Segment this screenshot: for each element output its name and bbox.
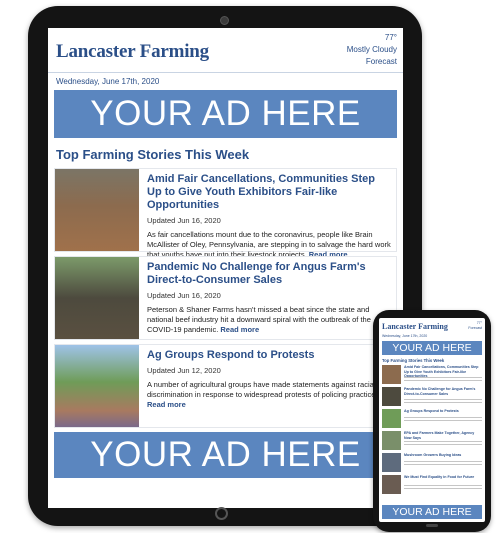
story-title[interactable]: Ag Groups Respond to Protests <box>147 349 392 362</box>
phone-story-title[interactable]: We Must Find Equality in Food for Future <box>404 475 482 480</box>
story-date: Updated Jun 12, 2020 <box>147 366 221 375</box>
story-date: Updated Jun 16, 2020 <box>147 291 221 300</box>
story-title[interactable]: Pandemic No Challenge for Angus Farm's D… <box>147 261 392 287</box>
phone-story-thumbnail[interactable] <box>382 475 401 494</box>
phone-home-indicator[interactable] <box>426 524 438 527</box>
date-line: Wednesday, June 17th, 2020 <box>48 72 403 86</box>
text-line <box>404 402 482 404</box>
ad-banner-top[interactable]: YOUR AD HERE <box>54 90 397 138</box>
forecast-link[interactable]: Forecast <box>347 56 397 68</box>
tablet-screen: Lancaster Farming 77° Mostly Cloudy Fore… <box>48 28 403 508</box>
phone-story-row[interactable]: Amid Fair Cancellations, Communities Ste… <box>382 365 482 385</box>
phone-screen: Lancaster Farming 77° Forecast Wednesday… <box>379 318 485 522</box>
tablet-device: Lancaster Farming 77° Mostly Cloudy Fore… <box>28 6 422 526</box>
phone-site-logo[interactable]: Lancaster Farming <box>382 322 448 331</box>
story-summary: A number of agricultural groups have mad… <box>147 380 392 410</box>
site-logo[interactable]: Lancaster Farming <box>56 41 209 63</box>
story-summary: Peterson & Shaner Farms hasn't missed a … <box>147 305 392 335</box>
text-line <box>404 488 482 490</box>
phone-story-thumbnail[interactable] <box>382 431 401 450</box>
phone-section-title: Top Farming Stories This Week <box>382 358 445 363</box>
newsletter-header: Lancaster Farming 77° Mostly Cloudy Fore… <box>48 28 403 86</box>
text-line <box>404 461 482 463</box>
phone-story-title[interactable]: Mushroom Growers Buying Ideas <box>404 453 482 458</box>
phone-date-line: Wednesday, June 17th, 2020 <box>382 334 428 338</box>
text-line <box>404 380 482 382</box>
weather-desc: Mostly Cloudy <box>346 45 397 54</box>
phone-story-row[interactable]: EPA and Farmers Make Together, Agency No… <box>382 431 482 451</box>
story-card[interactable]: Pandemic No Challenge for Angus Farm's D… <box>54 256 397 340</box>
story-title[interactable]: Amid Fair Cancellations, Communities Ste… <box>147 173 392 212</box>
phone-story-title[interactable]: Ag Groups Respond to Protests <box>404 409 482 414</box>
text-line <box>404 441 482 443</box>
section-title: Top Farming Stories This Week <box>56 147 250 162</box>
weather-temp: 77° <box>384 33 397 42</box>
story-summary-text: A number of agricultural groups have mad… <box>147 380 382 399</box>
ad-banner-bottom[interactable]: YOUR AD HERE <box>54 432 397 478</box>
camera-icon <box>220 16 229 25</box>
story-thumbnail[interactable] <box>55 257 139 339</box>
phone-device: Lancaster Farming 77° Forecast Wednesday… <box>373 310 491 532</box>
story-thumbnail[interactable] <box>55 169 139 251</box>
text-line <box>404 399 482 401</box>
phone-story-row[interactable]: Ag Groups Respond to Protests <box>382 409 482 429</box>
story-thumbnail[interactable] <box>55 345 139 427</box>
read-more-link[interactable]: Read more <box>220 325 259 334</box>
read-more-link[interactable]: Read more <box>147 400 186 409</box>
phone-story-thumbnail[interactable] <box>382 453 401 472</box>
weather-widget: 77° Mostly Cloudy Forecast <box>347 32 397 68</box>
phone-story-row[interactable]: We Must Find Equality in Food for Future <box>382 475 482 495</box>
home-button[interactable] <box>215 507 228 520</box>
story-date: Updated Jun 16, 2020 <box>147 216 221 225</box>
phone-forecast-link[interactable]: Forecast <box>468 326 482 331</box>
text-line <box>404 485 482 487</box>
phone-story-row[interactable]: Mushroom Growers Buying Ideas <box>382 453 482 473</box>
text-line <box>404 420 482 422</box>
phone-story-title[interactable]: EPA and Farmers Make Together, Agency No… <box>404 431 482 440</box>
phone-story-row[interactable]: Pandemic No Challenge for Angus Farm's D… <box>382 387 482 407</box>
story-card[interactable]: Ag Groups Respond to Protests Updated Ju… <box>54 344 397 428</box>
phone-story-title[interactable]: Pandemic No Challenge for Angus Farm's D… <box>404 387 482 396</box>
phone-weather: 77° Forecast <box>468 321 482 331</box>
story-summary-text: As fair cancellations mount due to the c… <box>147 230 391 259</box>
text-line <box>404 417 482 419</box>
story-card[interactable]: Amid Fair Cancellations, Communities Ste… <box>54 168 397 259</box>
phone-story-thumbnail[interactable] <box>382 409 401 428</box>
text-line <box>404 444 482 446</box>
text-line <box>404 464 482 466</box>
phone-story-thumbnail[interactable] <box>382 365 401 384</box>
phone-ad-banner-bottom[interactable]: YOUR AD HERE <box>382 505 482 519</box>
text-line <box>404 377 482 379</box>
phone-ad-banner-top[interactable]: YOUR AD HERE <box>382 341 482 355</box>
phone-story-thumbnail[interactable] <box>382 387 401 406</box>
